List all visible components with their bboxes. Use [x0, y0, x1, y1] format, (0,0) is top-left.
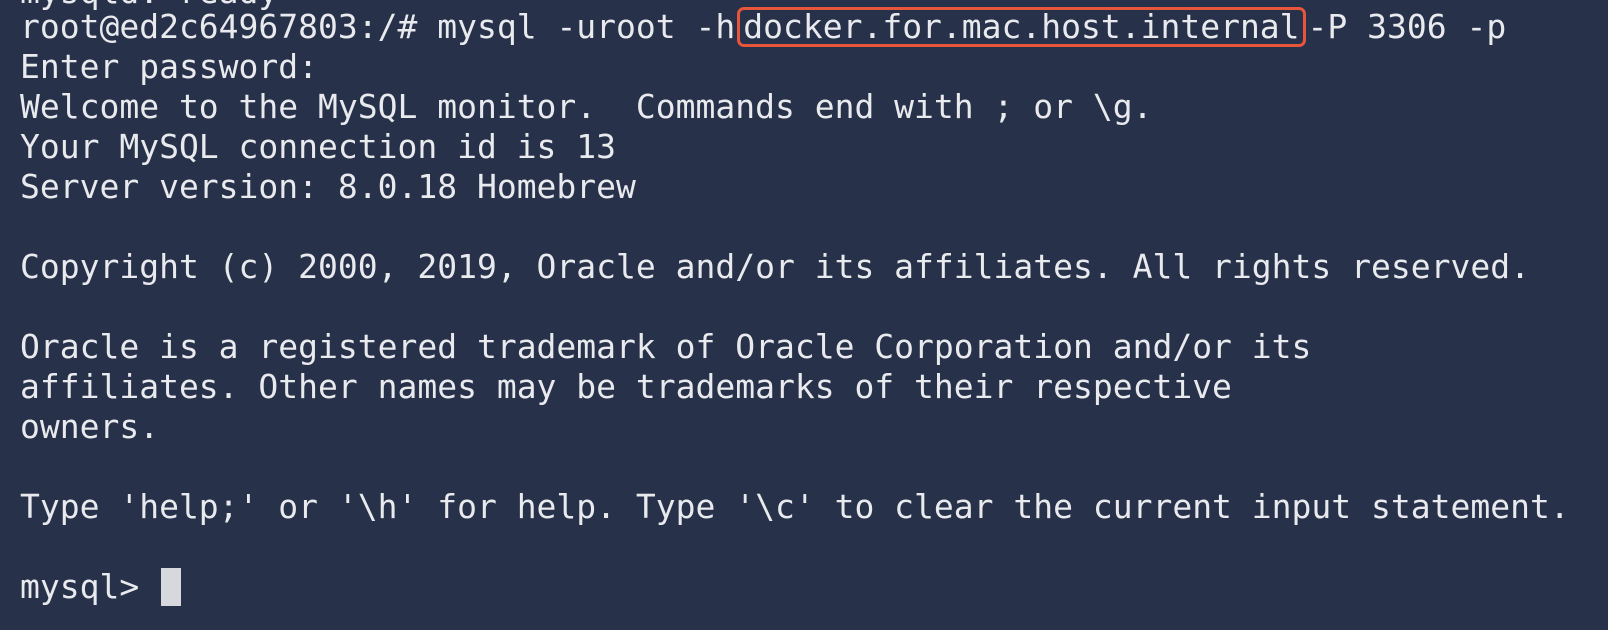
output-line: Welcome to the MySQL monitor. Commands e…: [20, 87, 1153, 126]
output-line: Enter password:: [20, 47, 319, 86]
output-line: Oracle is a registered trademark of Orac…: [20, 327, 1312, 366]
mysql-prompt-line[interactable]: mysql>: [20, 566, 182, 607]
host-highlight-box: docker.for.mac.host.internal: [737, 7, 1306, 47]
output-line: Your MySQL connection id is 13: [20, 127, 617, 166]
output-line: affiliates. Other names may be trademark…: [20, 367, 1232, 406]
terminal-window[interactable]: mysqld: ready root@ed2c64967803:/# mysql…: [0, 0, 1608, 630]
host-value: docker.for.mac.host.internal: [743, 7, 1300, 46]
shell-prompt: root@ed2c64967803:/#: [20, 7, 438, 46]
output-line: Copyright (c) 2000, 2019, Oracle and/or …: [20, 247, 1530, 286]
output-line: Server version: 8.0.18 Homebrew: [20, 167, 636, 206]
text-cursor[interactable]: [161, 568, 182, 606]
output-line: owners.: [20, 407, 160, 446]
command-text: mysql -uroot -h: [437, 7, 736, 46]
command-line: root@ed2c64967803:/# mysql -uroot -h dock…: [20, 6, 1506, 47]
command-options: -P 3306 -p: [1307, 7, 1507, 46]
output-line: Type 'help;' or '\h' for help. Type '\c'…: [20, 487, 1570, 526]
mysql-prompt: mysql>: [20, 567, 160, 606]
